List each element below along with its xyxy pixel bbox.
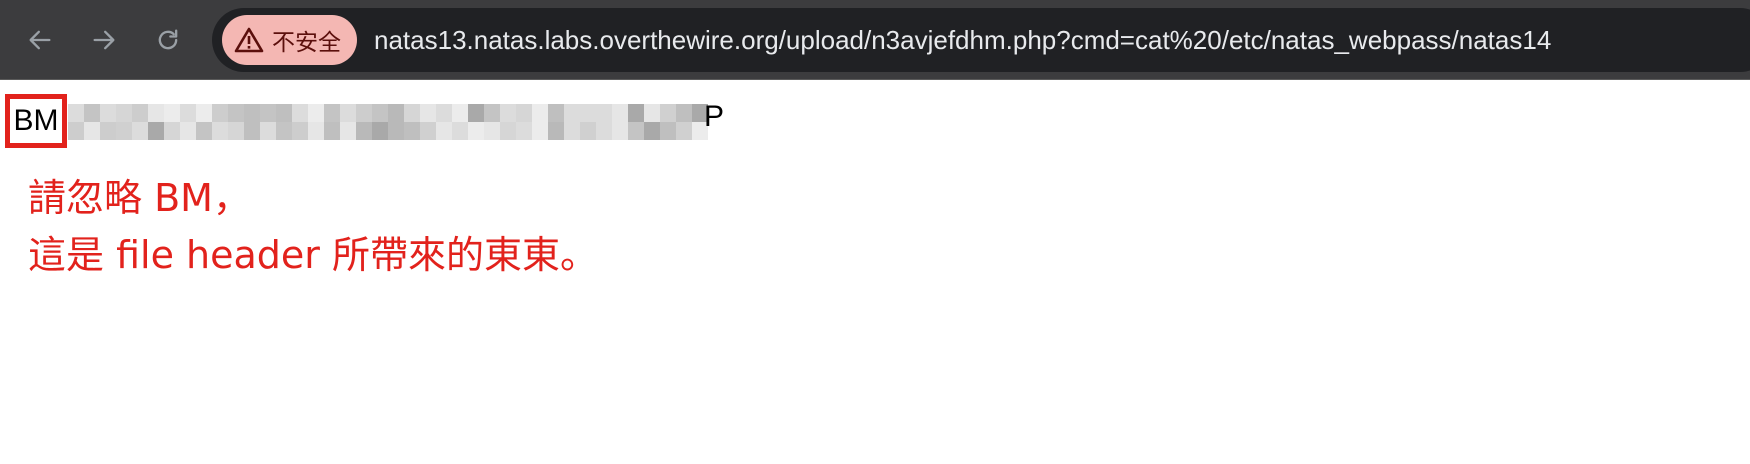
pixel-block (548, 104, 564, 140)
forward-arrow-icon (93, 30, 115, 50)
page-content: BM P 請忽略 BM， 這是 file header 所帶來的東東。 (0, 80, 1750, 464)
pixel-block (212, 104, 228, 140)
pixel-block (420, 104, 436, 140)
pixel-block (564, 104, 580, 140)
url-text[interactable]: natas13.natas.labs.overthewire.org/uploa… (374, 8, 1551, 72)
pixel-block (532, 104, 548, 140)
pixel-block (356, 104, 372, 140)
pixel-block (436, 104, 452, 140)
pixel-block (164, 104, 180, 140)
back-arrow-icon (29, 30, 51, 50)
pixel-block (660, 104, 676, 140)
back-button[interactable] (20, 20, 60, 60)
pixel-block (180, 104, 196, 140)
pixel-block (84, 104, 100, 140)
warning-triangle-icon (234, 27, 264, 53)
pixel-block (308, 104, 324, 140)
redacted-trailing-char: P (704, 100, 725, 133)
pixel-block (324, 104, 340, 140)
pixel-block (452, 104, 468, 140)
browser-toolbar: 不安全 natas13.natas.labs.overthewire.org/u… (0, 0, 1750, 80)
security-indicator[interactable]: 不安全 (222, 15, 357, 65)
pixel-block (388, 104, 404, 140)
pixel-block (516, 104, 532, 140)
pixel-block (68, 104, 84, 140)
pixel-block (276, 104, 292, 140)
annotation-line-2: 這是 file header 所帶來的東東。 (28, 233, 598, 277)
annotation-line-1: 請忽略 BM， (28, 176, 251, 220)
pixel-block (404, 104, 420, 140)
security-label: 不安全 (272, 30, 341, 56)
pixel-block (292, 104, 308, 140)
pixel-block (244, 104, 260, 140)
pixel-block (484, 104, 500, 140)
pixel-block (628, 104, 644, 140)
pixel-block (228, 104, 244, 140)
redacted-password (68, 104, 708, 140)
pixel-block (500, 104, 516, 140)
pixel-block (340, 104, 356, 140)
pixel-block (100, 104, 116, 140)
pixel-block (580, 104, 596, 140)
bm-highlight-box: BM (5, 94, 67, 148)
pixel-block (260, 104, 276, 140)
pixel-block (372, 104, 388, 140)
annotation-text: 請忽略 BM， 這是 file header 所帶來的東東。 (28, 170, 598, 284)
pixel-block (612, 104, 628, 140)
pixel-block (132, 104, 148, 140)
pixel-block (196, 104, 212, 140)
address-bar[interactable]: 不安全 natas13.natas.labs.overthewire.org/u… (212, 8, 1750, 72)
pixel-block (676, 104, 692, 140)
reload-button[interactable] (148, 20, 188, 60)
pixel-block (644, 104, 660, 140)
pixel-block (116, 104, 132, 140)
bm-prefix-text: BM (13, 104, 59, 137)
pixel-block (596, 104, 612, 140)
pixel-block (148, 104, 164, 140)
forward-button[interactable] (84, 20, 124, 60)
reload-icon (158, 29, 178, 50)
pixel-block (468, 104, 484, 140)
